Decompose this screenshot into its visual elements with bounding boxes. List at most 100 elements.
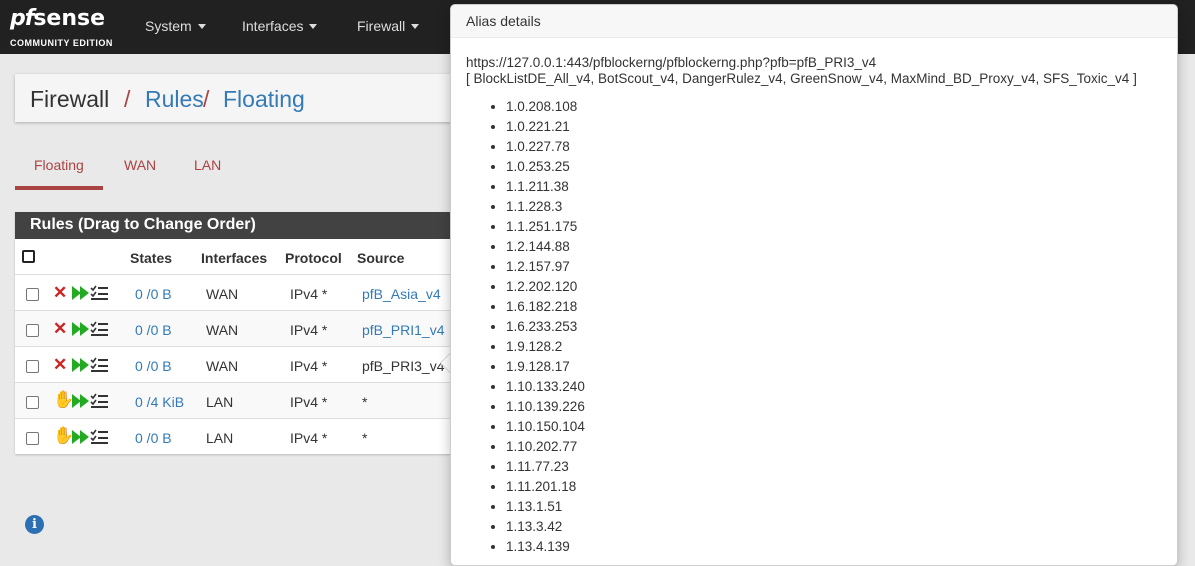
rules-panel-header: Rules (Drag to Change Order) — [15, 212, 455, 239]
alias-address-item: 1.1.228.3 — [506, 197, 585, 217]
alias-address-item: 1.0.208.108 — [506, 97, 585, 117]
fast-forward-icon — [72, 394, 89, 408]
alias-address-item: 1.11.77.23 — [506, 457, 585, 477]
row-protocol: IPv4 * — [290, 322, 328, 338]
row-protocol: IPv4 * — [290, 430, 328, 446]
alias-address-item: 1.13.3.42 — [506, 517, 585, 537]
checklist-icon — [90, 321, 108, 336]
breadcrumb-separator: / — [124, 86, 131, 112]
breadcrumb-firewall: Firewall — [30, 86, 110, 112]
fast-forward-icon — [72, 358, 89, 372]
alias-address-item: 1.10.150.104 — [506, 417, 585, 437]
alias-address-item: 1.10.202.77 — [506, 437, 585, 457]
table-row[interactable]: ✋ 0 /4 KiB LAN IPv4 * * — [15, 382, 455, 419]
select-all-checkbox[interactable] — [22, 250, 35, 263]
popover-header: Alias details — [451, 5, 1177, 38]
breadcrumb-floating-link[interactable]: Floating — [223, 86, 305, 113]
table-row[interactable]: ✕ 0 /0 B WAN IPv4 * pfB_Asia_v4 — [15, 274, 455, 311]
nav-firewall-menu[interactable]: Firewall — [357, 18, 420, 34]
alias-address-item: 1.2.202.120 — [506, 277, 585, 297]
alias-address-item: 1.11.201.18 — [506, 477, 585, 497]
alias-address-item: 1.1.211.38 — [506, 177, 585, 197]
rules-panel: Rules (Drag to Change Order) States Inte… — [15, 212, 455, 454]
alias-address-item: 1.2.144.88 — [506, 237, 585, 257]
alias-details-popover: Alias details https://127.0.0.1:443/pfbl… — [450, 4, 1178, 566]
table-row[interactable]: ✋ 0 /0 B LAN IPv4 * * — [15, 418, 455, 455]
block-x-icon: ✕ — [53, 319, 68, 338]
block-x-icon: ✕ — [53, 355, 68, 374]
info-icon[interactable]: i — [25, 515, 44, 534]
nav-interfaces-label: Interfaces — [242, 18, 304, 34]
alias-address-item: 1.0.227.78 — [506, 137, 585, 157]
column-header-protocol[interactable]: Protocol — [285, 250, 342, 266]
table-row[interactable]: ✕ 0 /0 B WAN IPv4 * pfB_PRI3_v4 — [15, 346, 455, 383]
caret-down-icon — [197, 24, 206, 29]
row-source-alias-link[interactable]: pfB_PRI3_v4 — [362, 358, 445, 374]
active-tab-indicator — [15, 186, 103, 190]
alias-address-item: 1.0.253.25 — [506, 157, 585, 177]
tab-lan[interactable]: LAN — [194, 157, 221, 173]
row-select-checkbox[interactable] — [26, 396, 39, 409]
tab-floating[interactable]: Floating — [34, 157, 84, 173]
row-select-checkbox[interactable] — [26, 360, 39, 373]
row-source: * — [362, 394, 368, 410]
breadcrumb-rules-link[interactable]: Rules — [145, 86, 204, 113]
alias-address-item: 1.10.133.240 — [506, 377, 585, 397]
row-source: * — [362, 430, 368, 446]
column-header-states[interactable]: States — [130, 250, 172, 266]
fast-forward-icon — [72, 322, 89, 336]
checklist-icon — [90, 357, 108, 372]
nav-interfaces-menu[interactable]: Interfaces — [242, 18, 318, 34]
row-interface: WAN — [206, 322, 239, 338]
row-select-checkbox[interactable] — [26, 288, 39, 301]
logo-edition: COMMUNITY EDITION — [10, 38, 113, 48]
row-states[interactable]: 0 /4 KiB — [135, 394, 184, 410]
row-source-alias-link[interactable]: pfB_PRI1_v4 — [362, 322, 445, 338]
alias-address-item: 1.2.157.97 — [506, 257, 585, 277]
rules-panel-title: Rules (Drag to Change Order) — [30, 216, 256, 233]
alias-address-list: 1.0.208.1081.0.221.211.0.227.781.0.253.2… — [491, 97, 585, 557]
row-protocol: IPv4 * — [290, 358, 328, 374]
alias-address-item: 1.0.221.21 — [506, 117, 585, 137]
alias-address-item: 1.1.251.175 — [506, 217, 585, 237]
alias-address-item: 1.9.128.17 — [506, 357, 585, 377]
alias-address-item: 1.9.128.2 — [506, 337, 585, 357]
alias-address-item: 1.13.4.139 — [506, 537, 585, 557]
nav-firewall-label: Firewall — [357, 18, 406, 34]
column-header-interfaces[interactable]: Interfaces — [201, 250, 267, 266]
breadcrumb: Firewall / Rules / Floating — [15, 74, 460, 122]
alias-address-item: 1.6.182.218 — [506, 297, 585, 317]
row-states[interactable]: 0 /0 B — [135, 430, 172, 446]
row-states[interactable]: 0 /0 B — [135, 358, 172, 374]
hand-match-icon: ✋ — [53, 426, 75, 445]
popover-title: Alias details — [466, 13, 541, 29]
checklist-icon — [90, 429, 108, 444]
row-source-alias-link[interactable]: pfB_Asia_v4 — [362, 286, 441, 302]
checklist-icon — [90, 285, 108, 300]
fast-forward-icon — [72, 286, 89, 300]
row-interface: LAN — [206, 394, 234, 410]
logo-pf: pf — [10, 6, 34, 31]
alias-address-item: 1.10.139.226 — [506, 397, 585, 417]
row-protocol: IPv4 * — [290, 394, 328, 410]
table-row[interactable]: ✕ 0 /0 B WAN IPv4 * pfB_PRI1_v4 — [15, 310, 455, 347]
caret-down-icon — [309, 24, 318, 29]
row-interface: LAN — [206, 430, 234, 446]
fast-forward-icon — [72, 430, 89, 444]
caret-down-icon — [411, 24, 420, 29]
logo-sense: sense — [33, 6, 106, 31]
row-interface: WAN — [206, 286, 239, 302]
row-select-checkbox[interactable] — [26, 432, 39, 445]
tab-wan[interactable]: WAN — [124, 157, 156, 173]
nav-system-label: System — [145, 18, 192, 34]
nav-system-menu[interactable]: System — [145, 18, 206, 34]
row-interface: WAN — [206, 358, 239, 374]
pfsense-logo[interactable]: pfsense COMMUNITY EDITION — [10, 6, 112, 48]
row-states[interactable]: 0 /0 B — [135, 322, 172, 338]
column-header-source[interactable]: Source — [357, 250, 404, 266]
alias-address-item: 1.6.233.253 — [506, 317, 585, 337]
hand-match-icon: ✋ — [53, 390, 75, 409]
row-protocol: IPv4 * — [290, 286, 328, 302]
row-states[interactable]: 0 /0 B — [135, 286, 172, 302]
row-select-checkbox[interactable] — [26, 324, 39, 337]
